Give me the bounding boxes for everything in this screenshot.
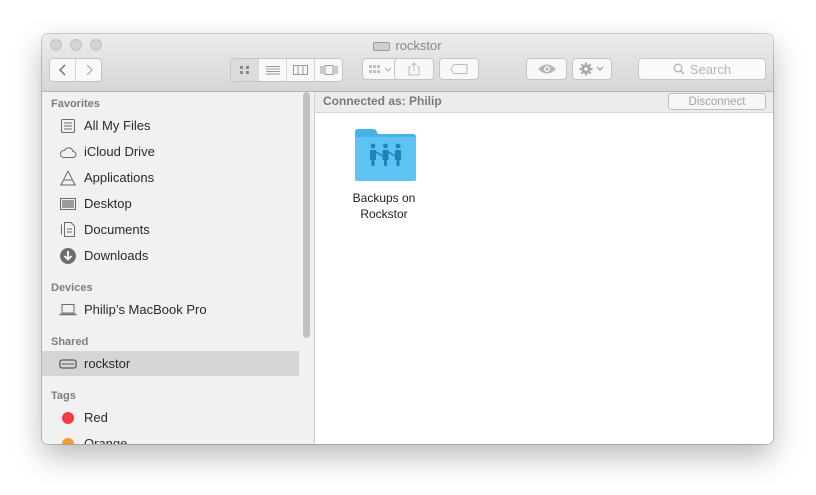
quick-look-button[interactable] (526, 58, 567, 80)
search-field[interactable]: Search (638, 58, 766, 80)
cloud-icon (59, 143, 77, 161)
forward-button[interactable] (76, 59, 101, 81)
sidebar-item-label: Red (84, 410, 108, 425)
connected-as-label: Connected as: Philip (323, 94, 442, 108)
column-view-button[interactable] (287, 59, 315, 81)
back-button[interactable] (50, 59, 76, 81)
sidebar-item-label: Desktop (84, 196, 132, 211)
sidebar-item-desktop[interactable]: Desktop (42, 191, 299, 216)
laptop-icon (59, 301, 77, 319)
sidebar-section-shared: Shared (51, 336, 89, 348)
grid-view-icon (239, 66, 249, 74)
eye-icon (537, 64, 556, 74)
sidebar-scrollbar[interactable] (303, 92, 310, 338)
network-drive-icon (373, 42, 391, 52)
server-icon (59, 355, 77, 373)
shared-folder-icon (355, 129, 416, 181)
sidebar-item-applications[interactable]: Applications (42, 165, 299, 190)
sidebar-item-label: Downloads (84, 248, 149, 263)
view-mode-control (230, 58, 343, 82)
sidebar-item-label: iCloud Drive (84, 144, 155, 159)
chevron-left-icon (58, 64, 65, 76)
share-button[interactable] (394, 58, 434, 80)
sidebar-section-tags: Tags (51, 390, 76, 402)
tag-icon (450, 64, 468, 74)
sidebar-item-rockstor[interactable]: rockstor (42, 351, 299, 376)
disconnect-button[interactable]: Disconnect (668, 93, 766, 110)
sidebar-item-icloud-drive[interactable]: iCloud Drive (42, 139, 299, 164)
sidebar-item-downloads[interactable]: Downloads (42, 243, 299, 268)
sidebar-item-label: Applications (84, 170, 155, 185)
list-view-icon (265, 66, 280, 75)
desktop-icon (59, 195, 77, 213)
sidebar-item-label: rockstor (84, 356, 131, 371)
sidebar-item-all-my-files[interactable]: All My Files (42, 113, 299, 138)
chevron-right-icon (86, 64, 93, 76)
search-placeholder: Search (689, 61, 732, 77)
orange-tag-dot-icon (62, 437, 74, 444)
column-view-icon (293, 65, 308, 75)
window-title: rockstor (42, 38, 773, 53)
file-item-label-line: Backups on (352, 191, 416, 205)
title-bar: rockstor Search (42, 34, 773, 92)
window-title-text: rockstor (395, 38, 442, 53)
sidebar-item-label: All My Files (84, 118, 151, 133)
documents-icon (59, 221, 77, 239)
gear-icon (579, 62, 604, 76)
sidebar-item-tag-orange[interactable]: Orange (42, 431, 299, 444)
search-icon (673, 63, 685, 75)
file-item-label: Backups on Rockstor (329, 190, 439, 222)
sidebar-section-favorites: Favorites (51, 98, 100, 110)
file-item-label-line: Rockstor (360, 207, 408, 221)
sidebar-item-documents[interactable]: Documents (42, 217, 299, 242)
finder-window: rockstor Search Favorites All My Files i… (42, 34, 773, 444)
sidebar-item-label: Philip’s MacBook Pro (84, 302, 207, 317)
share-icon (408, 62, 420, 76)
cover-flow-button[interactable] (315, 59, 342, 81)
arrange-icon (369, 65, 392, 73)
cover-flow-icon (320, 65, 337, 75)
connection-bar: Connected as: Philip Disconnect (315, 92, 773, 113)
sidebar-item-label: Orange (84, 436, 128, 444)
red-tag-dot-icon (62, 411, 74, 424)
sidebar: Favorites All My Files iCloud Drive Appl… (42, 92, 315, 444)
all-my-files-icon (59, 117, 77, 135)
content-area: Connected as: Philip Disconnect Backups … (315, 92, 773, 444)
sidebar-item-label: Documents (84, 222, 150, 237)
edit-tags-button[interactable] (439, 58, 479, 80)
icon-view-button[interactable] (231, 59, 259, 81)
nav-buttons (49, 58, 102, 82)
action-menu-button[interactable] (572, 58, 612, 80)
downloads-icon (59, 247, 77, 265)
list-view-button[interactable] (259, 59, 287, 81)
sidebar-item-tag-red[interactable]: Red (42, 405, 299, 430)
sidebar-item-macbook[interactable]: Philip’s MacBook Pro (42, 297, 299, 322)
sidebar-section-devices: Devices (51, 282, 93, 294)
applications-icon (59, 169, 77, 187)
